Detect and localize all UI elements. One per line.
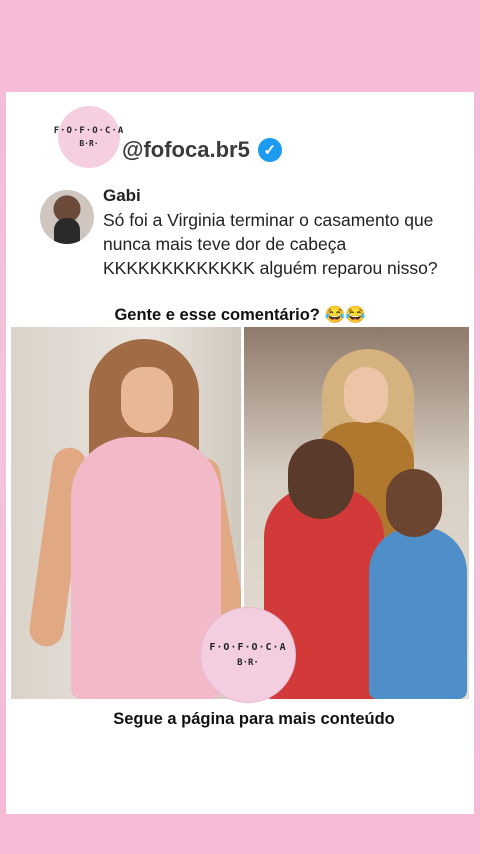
logo-line-1: F·O·F·O·C·A	[53, 126, 125, 136]
footer-cta: Segue a página para mais conteúdo	[113, 710, 395, 728]
watermark-line-1: F·O·F·O·C·A	[209, 642, 287, 653]
account-handle-row[interactable]: @fofoca.br5 ✓	[122, 137, 282, 163]
photo-figure-face	[121, 367, 173, 433]
profile-logo[interactable]: F·O·F·O·C·A B·R·	[54, 106, 123, 168]
post-headline: Gente e esse comentário? 😂😂	[114, 306, 366, 324]
commenter-avatar[interactable]	[40, 190, 94, 244]
watermark-logo: F·O·F·O·C·A B·R·	[200, 607, 296, 703]
logo-line-2: B·R·	[79, 139, 99, 148]
photo-child-1-head	[288, 439, 354, 519]
photo-figure-dress	[71, 437, 221, 699]
comment-text: Só foi a Virginia terminar o casamento q…	[103, 210, 438, 278]
account-handle[interactable]: @fofoca.br5	[122, 137, 250, 163]
photo-child-2-head	[386, 469, 442, 537]
photo-figure-face	[344, 367, 388, 423]
watermark-line-2: B·R·	[237, 658, 259, 668]
photo-child-2	[369, 527, 467, 699]
commenter-name: Gabi	[103, 186, 141, 205]
verified-check-icon: ✓	[257, 138, 282, 162]
